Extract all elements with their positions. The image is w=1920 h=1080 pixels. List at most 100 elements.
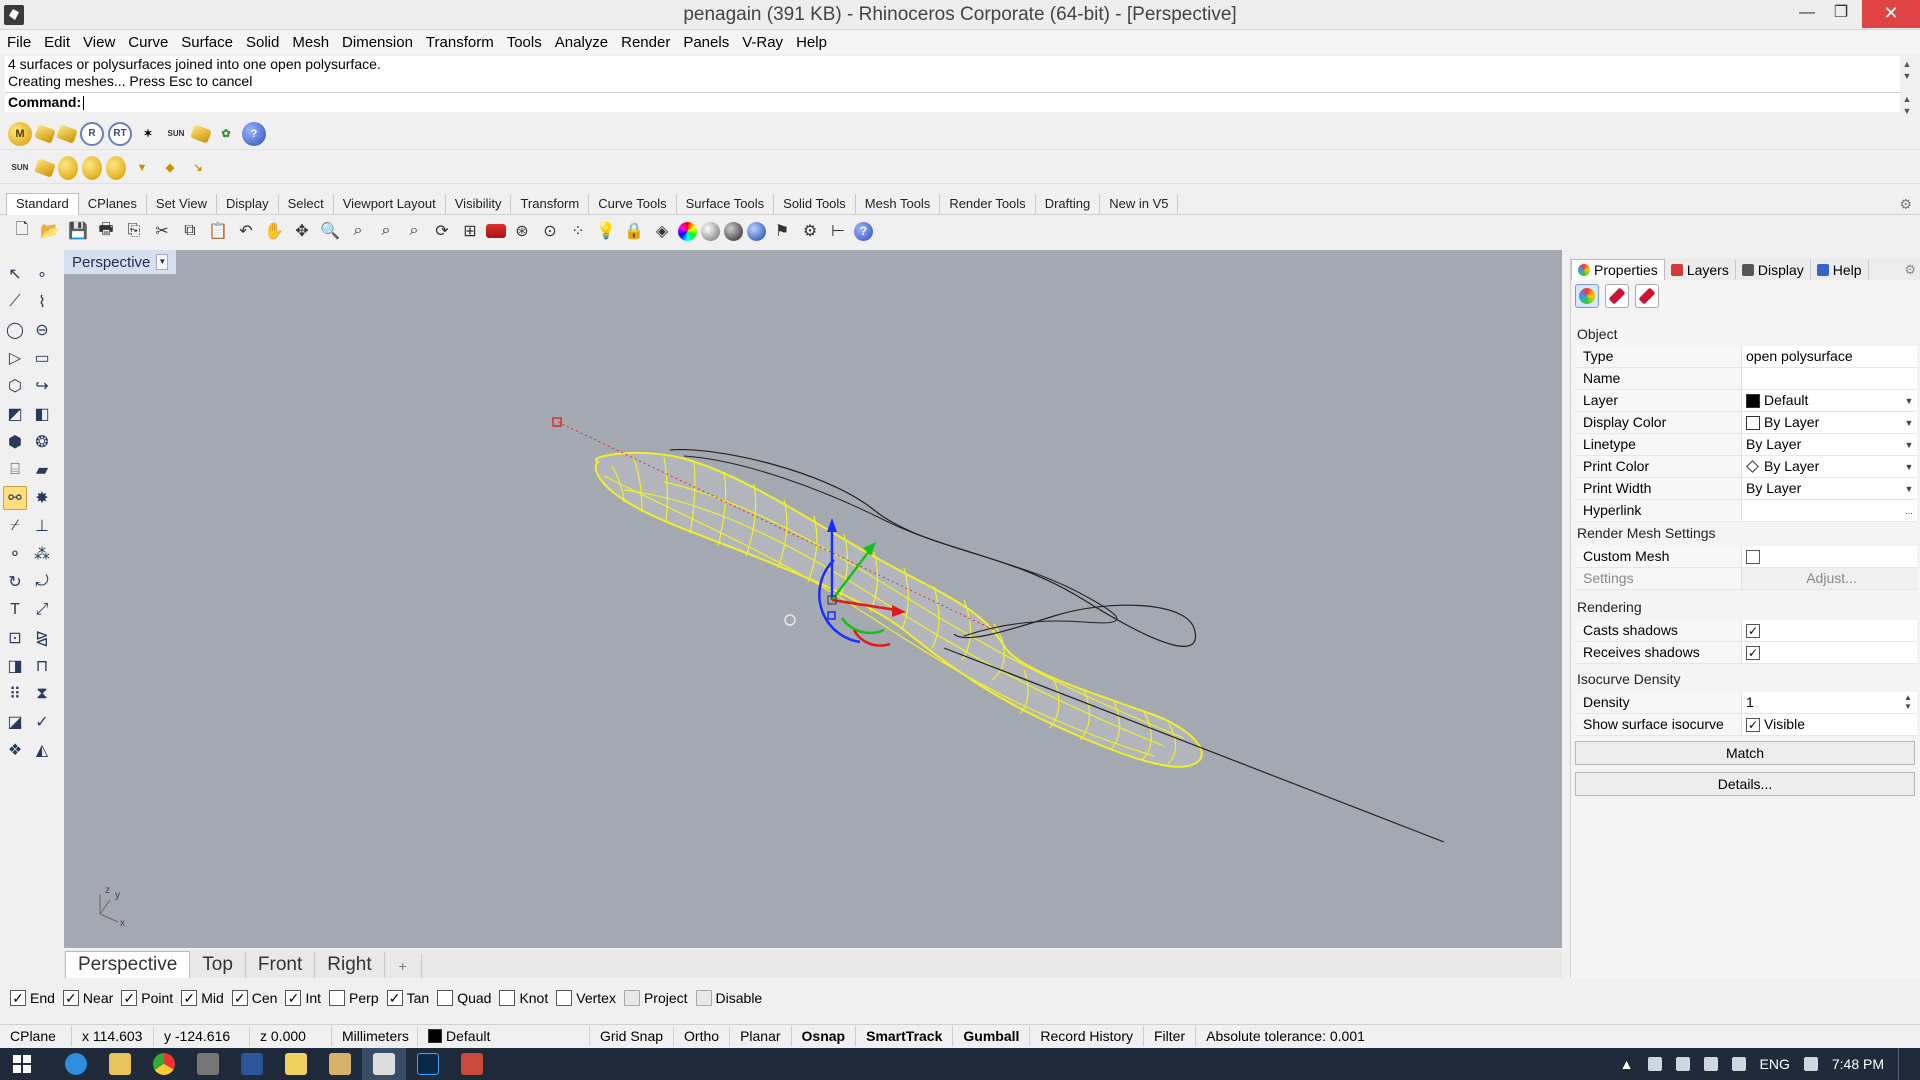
tab-visibility[interactable]: Visibility	[446, 194, 512, 214]
osnap-int[interactable]: ✓ Int	[285, 990, 321, 1006]
zoom-window-icon[interactable]: ⌕	[346, 219, 370, 243]
mesh-icon[interactable]: ▰	[30, 458, 54, 482]
circle-icon[interactable]: ◯	[3, 318, 27, 342]
import-icon[interactable]: ⎘	[122, 219, 146, 243]
chevron-down-icon[interactable]: ▼	[1901, 414, 1917, 432]
flag-icon[interactable]: ⚑	[770, 219, 794, 243]
status-cplane[interactable]: CPlane	[0, 1025, 72, 1046]
chevron-down-icon[interactable]: ▼	[1901, 436, 1917, 454]
osnap-checkbox[interactable]	[695, 990, 712, 1006]
group-icon[interactable]: ⚬	[3, 542, 27, 566]
planar-toggle[interactable]: Planar	[730, 1025, 792, 1046]
command-line[interactable]: Command:	[5, 92, 1900, 112]
tab-transform[interactable]: Transform	[511, 194, 590, 214]
volume-icon[interactable]	[1731, 1057, 1746, 1071]
vray-sun-icon[interactable]: SUN	[164, 122, 188, 146]
osnap-mid[interactable]: ✓ Mid	[181, 990, 224, 1006]
copy-icon[interactable]: ⧉	[178, 219, 202, 243]
ies-light-icon[interactable]: ◆	[158, 156, 182, 180]
sun-light-icon[interactable]: SUN	[8, 156, 32, 180]
smarttrack-toggle[interactable]: SmartTrack	[856, 1025, 954, 1046]
osnap-cen[interactable]: ✓ Cen	[231, 990, 277, 1006]
decal-properties-icon[interactable]	[1635, 284, 1659, 308]
display-color-dropdown[interactable]: By Layer ▼	[1741, 412, 1917, 434]
panel-tab-help[interactable]: Help	[1811, 260, 1869, 280]
osnap-point[interactable]: ✓ Point	[121, 990, 173, 1006]
command-scroll-arrows[interactable]: ▲ ▼	[1900, 93, 1914, 117]
solid-box-icon[interactable]: ◨	[3, 654, 27, 678]
vray-help-icon[interactable]: ?	[242, 121, 266, 146]
menu-tools[interactable]: Tools	[507, 34, 549, 51]
vp-tab-top[interactable]: Top	[190, 952, 246, 978]
tab-curve-tools[interactable]: Curve Tools	[589, 194, 677, 214]
hyperlink-input[interactable]: ...	[1741, 500, 1917, 522]
rotate-3d-icon[interactable]: ⤾	[30, 570, 54, 594]
move-view-icon[interactable]: ✥	[290, 219, 314, 243]
menu-vray[interactable]: V-Ray	[742, 34, 790, 51]
density-stepper[interactable]: 1 ▲ ▼	[1741, 692, 1917, 714]
rotate-icon[interactable]: ↻	[3, 570, 27, 594]
record-history-toggle[interactable]: Record History	[1030, 1025, 1144, 1046]
taskbar-app[interactable]	[186, 1048, 230, 1080]
mirror-icon[interactable]: ⧎	[30, 626, 54, 650]
help-icon[interactable]: ?	[854, 221, 873, 241]
curve-icon[interactable]: ⌇	[30, 290, 54, 314]
array-icon[interactable]: ⁂	[30, 542, 54, 566]
scale-icon[interactable]: ⤢	[30, 598, 54, 622]
osnap-disable[interactable]: Disable	[695, 990, 762, 1006]
vray-sky-icon[interactable]	[190, 123, 212, 144]
render-material-icon[interactable]: ❖	[3, 738, 27, 762]
select-arrow-icon[interactable]: ↖	[3, 262, 27, 286]
history-icon[interactable]: ⧗	[30, 682, 54, 706]
paint-icon[interactable]: ◭	[30, 738, 54, 762]
zoom-selected-icon[interactable]: ⌕	[402, 219, 426, 243]
rotate-view-icon[interactable]: ⟳	[430, 219, 454, 243]
network-icon[interactable]	[1703, 1057, 1718, 1071]
object-properties-icon[interactable]	[1575, 284, 1599, 308]
shaded-sphere-icon[interactable]	[701, 221, 720, 241]
vray-frame-buffer-icon[interactable]: ✶	[136, 122, 160, 146]
taskbar-word[interactable]	[230, 1048, 274, 1080]
new-file-icon[interactable]: 🗋	[10, 219, 34, 243]
vp-tab-front[interactable]: Front	[246, 952, 316, 978]
osnap-checkbox[interactable]	[499, 990, 516, 1006]
directional-light-icon[interactable]: ↘	[186, 156, 210, 180]
paste-icon[interactable]: 📋	[206, 219, 230, 243]
viewport-title[interactable]: Perspective ▼	[64, 250, 177, 274]
add-viewport-plus-icon[interactable]: +	[385, 954, 422, 978]
trim-icon[interactable]: ⌿	[3, 514, 27, 538]
osnap-quad[interactable]: Quad	[437, 990, 491, 1006]
taskbar-ie[interactable]	[54, 1048, 98, 1080]
undo-icon[interactable]: ↶	[234, 219, 258, 243]
menu-mesh[interactable]: Mesh	[292, 34, 336, 51]
text-icon[interactable]: T	[3, 598, 27, 622]
close-button[interactable]: ✕	[1862, 0, 1920, 28]
menu-render[interactable]: Render	[621, 34, 677, 51]
zoom-extents-icon[interactable]: ⌕	[374, 219, 398, 243]
menu-solid[interactable]: Solid	[246, 34, 286, 51]
show-isocurve-checkbox[interactable]: ✓	[1746, 717, 1760, 732]
osnap-vertex[interactable]: Vertex	[556, 990, 616, 1006]
osnap-toggle[interactable]: Osnap	[792, 1025, 857, 1046]
taskbar-rhino[interactable]	[362, 1048, 406, 1080]
tab-solid-tools[interactable]: Solid Tools	[774, 194, 856, 214]
polyline-icon[interactable]: ⟋	[3, 290, 27, 314]
viewport-menu-chevron-down-icon[interactable]: ▼	[156, 254, 169, 270]
tab-mesh-tools[interactable]: Mesh Tools	[856, 194, 941, 214]
tab-set-view[interactable]: Set View	[147, 194, 217, 214]
panel-settings-gear-icon[interactable]: ⚙	[1904, 262, 1916, 278]
osnap-checkbox[interactable]: ✓	[231, 990, 248, 1006]
layer-icon[interactable]: ◈	[650, 219, 674, 243]
casts-shadows-checkbox[interactable]: ✓	[1746, 623, 1760, 638]
panel-tab-layers[interactable]: Layers	[1665, 260, 1736, 280]
taskbar-photoshop[interactable]	[406, 1048, 450, 1080]
menu-view[interactable]: View	[83, 34, 122, 51]
viewport-name[interactable]: Perspective	[72, 254, 150, 271]
viewport-canvas[interactable]: z y x	[64, 250, 1562, 948]
rect-light-icon[interactable]	[34, 157, 56, 178]
tab-cplanes[interactable]: CPlanes	[79, 194, 147, 214]
keyboard-icon[interactable]	[1803, 1057, 1818, 1071]
lock-icon[interactable]: 🔒	[622, 219, 646, 243]
hyperlink-browse-button[interactable]: ...	[1901, 502, 1917, 520]
zoom-dynamic-icon[interactable]: 🔍	[318, 219, 342, 243]
